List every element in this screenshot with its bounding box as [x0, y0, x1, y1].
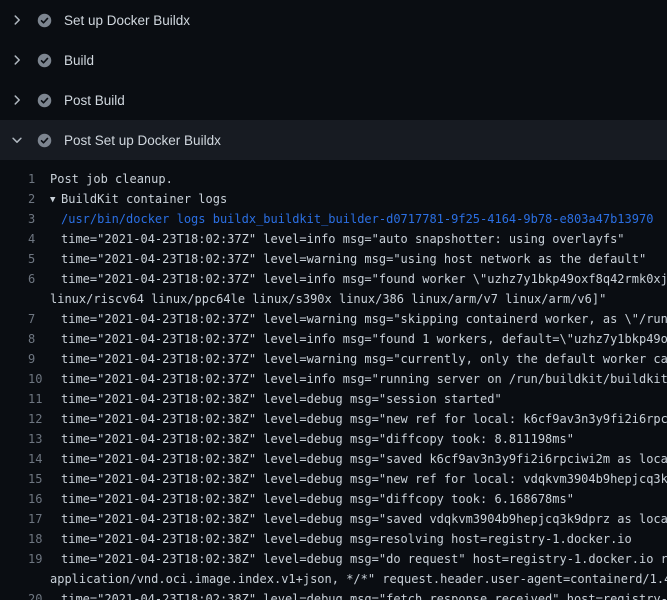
- log-line-number[interactable]: 2: [28, 189, 35, 209]
- log-line-text: time="2021-04-23T18:02:38Z" level=debug …: [61, 532, 632, 546]
- steps-list: Set up Docker Buildx Build Post Build Po…: [0, 0, 667, 160]
- log-line: 13 time="2021-04-23T18:02:38Z" level=debu…: [0, 429, 667, 449]
- log-line-text: time="2021-04-23T18:02:38Z" level=debug …: [61, 432, 574, 446]
- log-line-text: time="2021-04-23T18:02:38Z" level=debug …: [61, 452, 667, 466]
- log-line-text: BuildKit container logs: [61, 192, 227, 206]
- step-header-post-build[interactable]: Post Build: [0, 80, 667, 120]
- check-circle-icon: [37, 93, 52, 108]
- step-label: Post Build: [64, 93, 125, 108]
- log-line: 19 time="2021-04-23T18:02:38Z" level=debu…: [0, 549, 667, 569]
- log-line-text: time="2021-04-23T18:02:37Z" level=warnin…: [61, 312, 667, 326]
- log-line-number[interactable]: 7: [28, 309, 35, 329]
- log-line: linux/riscv64 linux/ppc64le linux/s390x …: [0, 289, 667, 309]
- step-header-post-set-up-docker-buildx[interactable]: Post Set up Docker Buildx: [0, 120, 667, 160]
- job-log-viewer: Set up Docker Buildx Build Post Build Po…: [0, 0, 667, 600]
- log-line: 15 time="2021-04-23T18:02:38Z" level=debu…: [0, 469, 667, 489]
- log-line-number[interactable]: 9: [28, 349, 35, 369]
- log-lines: 1 Post job cleanup. 2 ▼BuildKit container …: [0, 160, 667, 600]
- log-line: 12 time="2021-04-23T18:02:38Z" level=debu…: [0, 409, 667, 429]
- log-line-text: time="2021-04-23T18:02:37Z" level=warnin…: [61, 252, 646, 266]
- log-line-number[interactable]: 15: [28, 469, 42, 489]
- log-line: 18 time="2021-04-23T18:02:38Z" level=debu…: [0, 529, 667, 549]
- log-line-text: Post job cleanup.: [50, 172, 173, 186]
- log-line: 11 time="2021-04-23T18:02:38Z" level=debu…: [0, 389, 667, 409]
- chevron-right-icon: [10, 13, 24, 27]
- log-line: 16 time="2021-04-23T18:02:38Z" level=debu…: [0, 489, 667, 509]
- log-line-number[interactable]: 14: [28, 449, 42, 469]
- log-line-number[interactable]: 3: [28, 209, 35, 229]
- step-label: Post Set up Docker Buildx: [64, 133, 221, 148]
- log-line-number[interactable]: 1: [28, 169, 35, 189]
- log-line-text: time="2021-04-23T18:02:37Z" level=info m…: [61, 272, 667, 286]
- log-line-text: time="2021-04-23T18:02:37Z" level=info m…: [61, 232, 625, 246]
- log-line: application/vnd.oci.image.index.v1+json,…: [0, 569, 667, 589]
- log-line: 7 time="2021-04-23T18:02:37Z" level=warni…: [0, 309, 667, 329]
- log-line-text: time="2021-04-23T18:02:37Z" level=warnin…: [61, 352, 667, 366]
- log-line: 1 Post job cleanup.: [0, 169, 667, 189]
- log-line-number[interactable]: 20: [28, 589, 42, 600]
- log-line-number[interactable]: 12: [28, 409, 42, 429]
- log-line-text: linux/riscv64 linux/ppc64le linux/s390x …: [50, 292, 606, 306]
- log-line-number[interactable]: 8: [28, 329, 35, 349]
- log-line-text: time="2021-04-23T18:02:38Z" level=debug …: [61, 412, 667, 426]
- log-line-text: time="2021-04-23T18:02:37Z" level=info m…: [61, 372, 667, 386]
- log-line: 9 time="2021-04-23T18:02:37Z" level=warni…: [0, 349, 667, 369]
- chevron-down-icon: [10, 133, 24, 147]
- step-label: Set up Docker Buildx: [64, 13, 190, 28]
- log-line-text: time="2021-04-23T18:02:38Z" level=debug …: [61, 552, 667, 566]
- log-line-number[interactable]: 4: [28, 229, 35, 249]
- log-line-text: /usr/bin/docker logs buildx_buildkit_bui…: [61, 212, 653, 226]
- log-line-text: time="2021-04-23T18:02:37Z" level=info m…: [61, 332, 667, 346]
- log-line-text: time="2021-04-23T18:02:38Z" level=debug …: [61, 592, 667, 600]
- log-line: 14 time="2021-04-23T18:02:38Z" level=debu…: [0, 449, 667, 469]
- log-line-number[interactable]: 10: [28, 369, 42, 389]
- check-circle-icon: [37, 53, 52, 68]
- check-circle-icon: [37, 13, 52, 28]
- log-line-text: time="2021-04-23T18:02:38Z" level=debug …: [61, 472, 667, 486]
- log-line: 5 time="2021-04-23T18:02:37Z" level=warni…: [0, 249, 667, 269]
- log-line: 17 time="2021-04-23T18:02:38Z" level=debu…: [0, 509, 667, 529]
- log-line-number[interactable]: 5: [28, 249, 35, 269]
- step-label: Build: [64, 53, 94, 68]
- log-line: 6 time="2021-04-23T18:02:37Z" level=info …: [0, 269, 667, 289]
- chevron-right-icon: [10, 93, 24, 107]
- log-line-number[interactable]: 13: [28, 429, 42, 449]
- triangle-down-icon[interactable]: ▼: [50, 190, 61, 209]
- log-line: 20 time="2021-04-23T18:02:38Z" level=debu…: [0, 589, 667, 600]
- log-line-number[interactable]: 18: [28, 529, 42, 549]
- log-line-text: time="2021-04-23T18:02:38Z" level=debug …: [61, 492, 574, 506]
- log-line: 10 time="2021-04-23T18:02:37Z" level=info…: [0, 369, 667, 389]
- log-line-text: time="2021-04-23T18:02:38Z" level=debug …: [61, 392, 502, 406]
- log-line-number[interactable]: 19: [28, 549, 42, 569]
- step-header-set-up-docker-buildx[interactable]: Set up Docker Buildx: [0, 0, 667, 40]
- check-circle-icon: [37, 133, 52, 148]
- log-line: 4 time="2021-04-23T18:02:37Z" level=info …: [0, 229, 667, 249]
- log-line-number[interactable]: 16: [28, 489, 42, 509]
- log-line: 2 ▼BuildKit container logs: [0, 189, 667, 209]
- log-line: 8 time="2021-04-23T18:02:37Z" level=info …: [0, 329, 667, 349]
- log-line: 3/usr/bin/docker logs buildx_buildkit_bu…: [0, 209, 667, 229]
- log-line-number[interactable]: 6: [28, 269, 35, 289]
- log-line-text: application/vnd.oci.image.index.v1+json,…: [50, 572, 667, 586]
- chevron-right-icon: [10, 53, 24, 67]
- log-line-text: time="2021-04-23T18:02:38Z" level=debug …: [61, 512, 667, 526]
- log-line-number[interactable]: 11: [28, 389, 42, 409]
- log-line-number[interactable]: 17: [28, 509, 42, 529]
- step-header-build[interactable]: Build: [0, 40, 667, 80]
